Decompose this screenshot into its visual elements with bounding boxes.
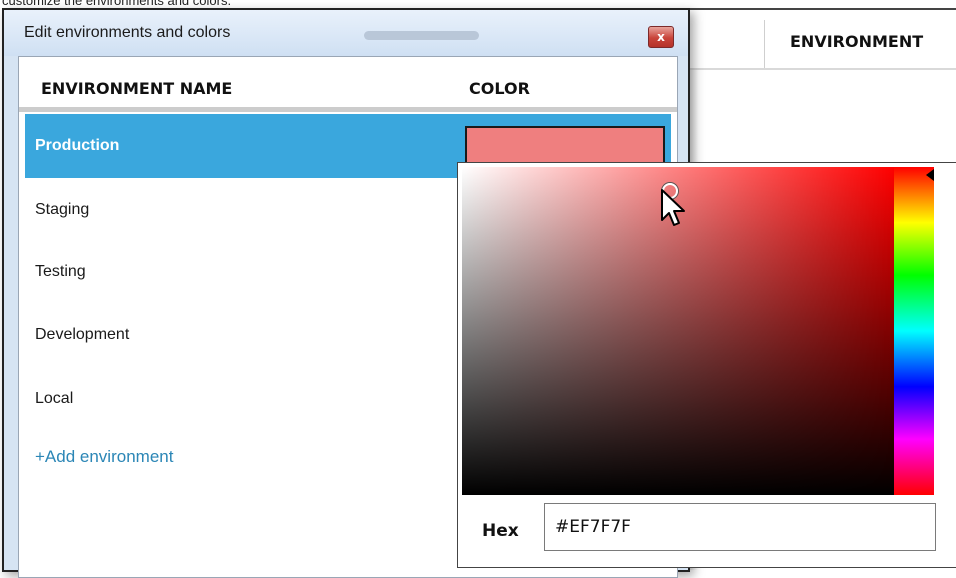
color-picker-popup: Hex <box>457 162 956 568</box>
add-environment-link[interactable]: +Add environment <box>35 447 173 467</box>
hex-input[interactable] <box>544 503 936 551</box>
dialog-titlebar[interactable]: Edit environments and colors x <box>4 10 688 56</box>
close-button[interactable]: x <box>648 26 674 48</box>
environment-name: Local <box>35 390 74 407</box>
background-table-header: ENVIRONMENT <box>674 10 956 70</box>
mouse-cursor-icon <box>661 189 685 226</box>
environment-name: Testing <box>35 263 86 280</box>
environment-name-column-header: ENVIRONMENT NAME <box>41 79 233 98</box>
dialog-title: Edit environments and colors <box>24 24 231 41</box>
column-separator <box>764 20 765 68</box>
close-icon: x <box>657 30 665 44</box>
blurred-title-text <box>364 31 479 40</box>
hue-marker-icon[interactable] <box>926 169 934 181</box>
environment-name: Development <box>35 326 130 343</box>
environment-name: Production <box>35 137 120 154</box>
color-column-header: COLOR <box>469 79 530 98</box>
hex-label: Hex <box>482 521 519 541</box>
page-caption: customize the environments and colors. <box>2 0 232 8</box>
hue-slider[interactable] <box>894 167 934 495</box>
environment-name: Staging <box>35 201 90 218</box>
environment-column-header: ENVIRONMENT <box>790 32 924 51</box>
table-header: ENVIRONMENT NAME COLOR <box>19 57 677 112</box>
